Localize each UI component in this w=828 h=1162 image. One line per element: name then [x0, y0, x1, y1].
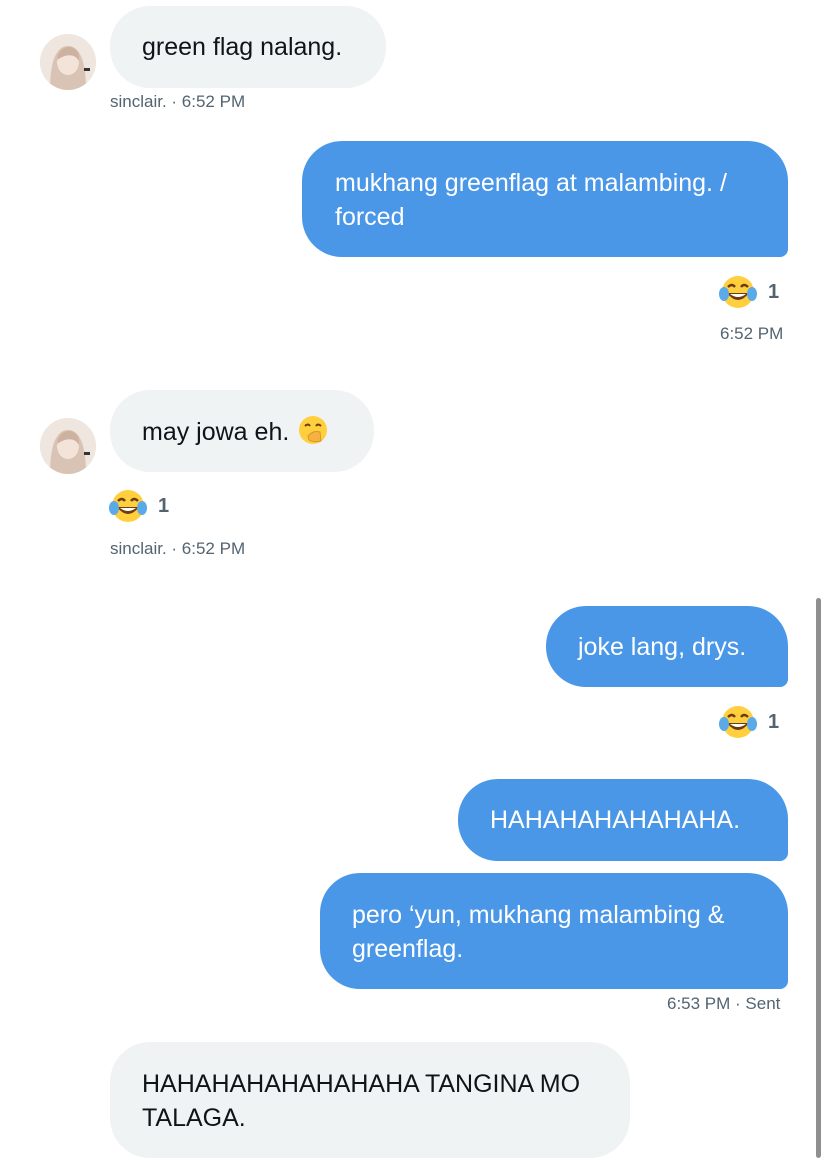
reaction-count: 1 [768, 710, 780, 733]
message-text: pero ‘yun, mukhang malambing & greenflag… [352, 901, 725, 963]
message-text: mukhang greenflag at malambing. / forced [335, 169, 727, 231]
face-with-tears-of-joy-icon [109, 490, 147, 522]
avatar[interactable] [40, 418, 96, 474]
reaction[interactable]: 1 [718, 702, 779, 742]
message-text: green flag nalang. [142, 33, 343, 61]
message-text: may jowa eh. [142, 418, 290, 446]
message-time: 6:52 PM [720, 324, 784, 343]
message-meta: sinclair. · 6:52 PM [110, 92, 246, 111]
scrollbar[interactable] [816, 598, 821, 1158]
face-with-hand-over-mouth-icon [299, 416, 328, 444]
reaction[interactable]: 1 [108, 486, 169, 526]
message-bubble-outgoing[interactable]: mukhang greenflag at malambing. / forced [302, 141, 788, 257]
message-text: HAHAHAHAHAHAHAHA TANGINA MO TALAGA. [142, 1070, 581, 1132]
message-bubble-outgoing[interactable]: HAHAHAHAHAHAHA. [458, 779, 788, 861]
message-bubble-incoming[interactable]: may jowa eh. [110, 390, 374, 472]
message-bubble-incoming[interactable]: green flag nalang. [110, 6, 386, 88]
reaction-count: 1 [158, 494, 170, 517]
message-bubble-outgoing[interactable]: pero ‘yun, mukhang malambing & greenflag… [320, 873, 788, 989]
message-bubble-incoming[interactable]: HAHAHAHAHAHAHAHA TANGINA MO TALAGA. [110, 1042, 630, 1158]
message-bubble-outgoing[interactable]: joke lang, drys. [546, 606, 788, 687]
face-with-tears-of-joy-icon [719, 276, 757, 308]
face-with-tears-of-joy-icon [719, 706, 757, 738]
avatar[interactable] [40, 34, 96, 90]
message-meta: 6:53 PM · Sent [667, 994, 781, 1013]
message-text: joke lang, drys. [578, 633, 747, 661]
message-text: HAHAHAHAHAHAHA. [490, 806, 741, 834]
message-meta: sinclair. · 6:52 PM [110, 539, 246, 558]
reaction-count: 1 [768, 280, 780, 303]
reaction[interactable]: 1 [718, 272, 779, 312]
